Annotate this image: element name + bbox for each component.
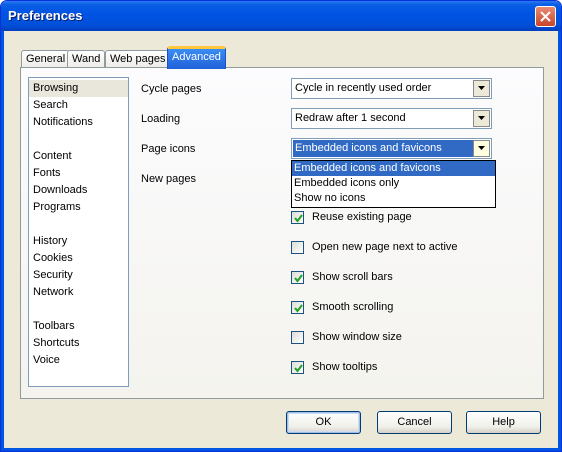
cancel-button[interactable]: Cancel (377, 411, 452, 434)
checkbox-label: Smooth scrolling (312, 301, 394, 313)
page-icons-dropdown-button[interactable] (473, 140, 490, 157)
category-list[interactable]: Browsing Search Notifications Content Fo… (28, 77, 129, 387)
new-pages-label: New pages (141, 173, 197, 185)
checkbox-label: Open new page next to active (312, 241, 458, 253)
category-item-shortcuts[interactable]: Shortcuts (29, 335, 128, 352)
window-border-right (558, 31, 561, 451)
dropdown-option-embedded-icons-only[interactable]: Embedded icons only (292, 176, 495, 191)
tab-advanced[interactable]: Advanced (167, 46, 226, 69)
checkbox-label: Show tooltips (312, 361, 378, 373)
help-button[interactable]: Help (466, 411, 541, 434)
tab-label: Advanced (172, 51, 221, 63)
category-group-3: History Cookies Security Network (29, 233, 128, 301)
loading-label: Loading (141, 113, 181, 125)
category-item-content[interactable]: Content (29, 148, 128, 165)
tab-label: General (26, 53, 66, 65)
tab-label: Web pages (110, 53, 166, 65)
show-tooltips-checkbox[interactable] (291, 361, 304, 374)
category-group-1: Browsing Search Notifications (29, 80, 128, 131)
cycle-pages-value: Cycle in recently used order (295, 82, 432, 94)
checkmark-icon (294, 364, 303, 373)
tab-label: Wand (72, 53, 101, 65)
category-item-network[interactable]: Network (29, 284, 128, 301)
show-window-size-checkbox[interactable] (291, 331, 304, 344)
chevron-down-icon (478, 116, 485, 120)
tab-general[interactable]: General (21, 50, 71, 68)
loading-dropdown-button[interactable] (473, 110, 490, 127)
cycle-pages-dropdown-button[interactable] (473, 80, 490, 97)
smooth-scrolling-checkbox[interactable] (291, 301, 304, 314)
checkbox-label: Show window size (312, 331, 402, 343)
chevron-down-icon (478, 86, 485, 90)
close-button[interactable] (535, 6, 556, 27)
open-new-page-next-to-active-checkbox[interactable] (291, 241, 304, 254)
page-icons-value: Embedded icons and favicons (293, 140, 473, 157)
category-item-notifications[interactable]: Notifications (29, 114, 128, 131)
window-border-left (1, 31, 4, 451)
reuse-existing-page-checkbox[interactable] (291, 211, 304, 224)
dropdown-option-embedded-icons-and-favicons[interactable]: Embedded icons and favicons (292, 161, 495, 176)
ok-button[interactable]: OK (286, 411, 361, 434)
cycle-pages-select[interactable]: Cycle in recently used order (291, 78, 492, 99)
show-scroll-bars-checkbox[interactable] (291, 271, 304, 284)
page-icons-dropdown-list[interactable]: Embedded icons and favicons Embedded ico… (291, 160, 496, 208)
checkbox-label: Reuse existing page (312, 211, 412, 223)
category-item-fonts[interactable]: Fonts (29, 165, 128, 182)
tab-web-pages[interactable]: Web pages (105, 50, 171, 68)
category-item-history[interactable]: History (29, 233, 128, 250)
category-group-4: Toolbars Shortcuts Voice (29, 318, 128, 369)
category-item-downloads[interactable]: Downloads (29, 182, 128, 199)
window-border-bottom (1, 448, 561, 451)
title-bar[interactable]: Preferences (1, 1, 561, 31)
chevron-down-icon (478, 146, 485, 150)
tab-wand[interactable]: Wand (67, 50, 106, 68)
category-item-cookies[interactable]: Cookies (29, 250, 128, 267)
category-divider (33, 308, 124, 309)
loading-select[interactable]: Redraw after 1 second (291, 108, 492, 129)
category-item-voice[interactable]: Voice (29, 352, 128, 369)
close-icon (540, 11, 551, 22)
checkmark-icon (294, 274, 303, 283)
page-icons-select[interactable]: Embedded icons and favicons (291, 138, 492, 159)
category-item-security[interactable]: Security (29, 267, 128, 284)
category-divider (33, 223, 124, 224)
page-icons-label: Page icons (141, 143, 196, 155)
dropdown-option-show-no-icons[interactable]: Show no icons (292, 191, 495, 206)
window-title: Preferences (8, 8, 83, 23)
loading-value: Redraw after 1 second (295, 112, 406, 124)
category-item-browsing[interactable]: Browsing (29, 80, 128, 97)
category-item-programs[interactable]: Programs (29, 199, 128, 216)
cycle-pages-label: Cycle pages (141, 83, 202, 95)
preferences-window: Preferences General Wand Web pages Advan… (0, 0, 562, 452)
checkbox-label: Show scroll bars (312, 271, 393, 283)
category-item-search[interactable]: Search (29, 97, 128, 114)
category-divider (33, 138, 124, 139)
checkmark-icon (294, 214, 303, 223)
category-item-toolbars[interactable]: Toolbars (29, 318, 128, 335)
category-group-2: Content Fonts Downloads Programs (29, 148, 128, 216)
checkmark-icon (294, 304, 303, 313)
